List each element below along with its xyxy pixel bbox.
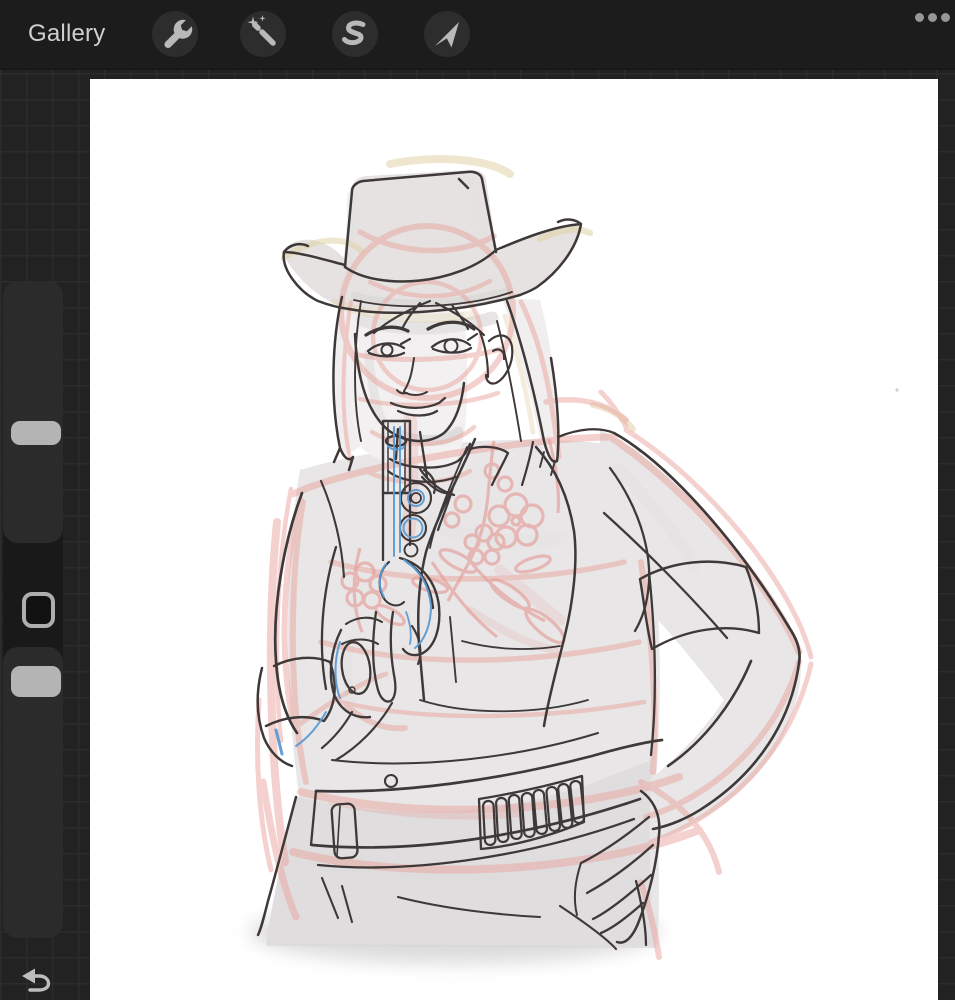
gallery-label: Gallery: [28, 20, 106, 47]
selection-button[interactable]: [332, 11, 378, 57]
ellipsis-icon: [915, 13, 924, 22]
selection-s-icon: [342, 20, 366, 46]
wrench-icon: [164, 19, 193, 49]
artwork-sketch: [250, 155, 899, 964]
ellipsis-icon: [941, 13, 950, 22]
transform-button[interactable]: [424, 11, 470, 57]
undo-button[interactable]: [13, 957, 51, 995]
procreate-workspace: { "window": {"width": 955, "height": 100…: [0, 0, 955, 1000]
opacity-slider[interactable]: [3, 647, 63, 938]
brush-size-slider[interactable]: [3, 281, 63, 543]
top-toolbar: Gallery: [0, 0, 955, 70]
undo-arrow-icon: [22, 968, 51, 992]
sidebar: [3, 281, 63, 938]
canvas[interactable]: [90, 79, 938, 1000]
magic-wand-icon: [247, 15, 276, 46]
gallery-button[interactable]: Gallery: [28, 0, 105, 68]
brush-size-handle[interactable]: [11, 421, 61, 445]
adjustments-button[interactable]: [240, 11, 286, 57]
ellipsis-icon: [928, 13, 937, 22]
multitask-menu-button[interactable]: [915, 13, 950, 22]
transform-arrow-icon: [435, 22, 459, 48]
actions-button[interactable]: [152, 11, 198, 57]
opacity-handle[interactable]: [11, 666, 61, 697]
modify-button[interactable]: [22, 592, 55, 628]
